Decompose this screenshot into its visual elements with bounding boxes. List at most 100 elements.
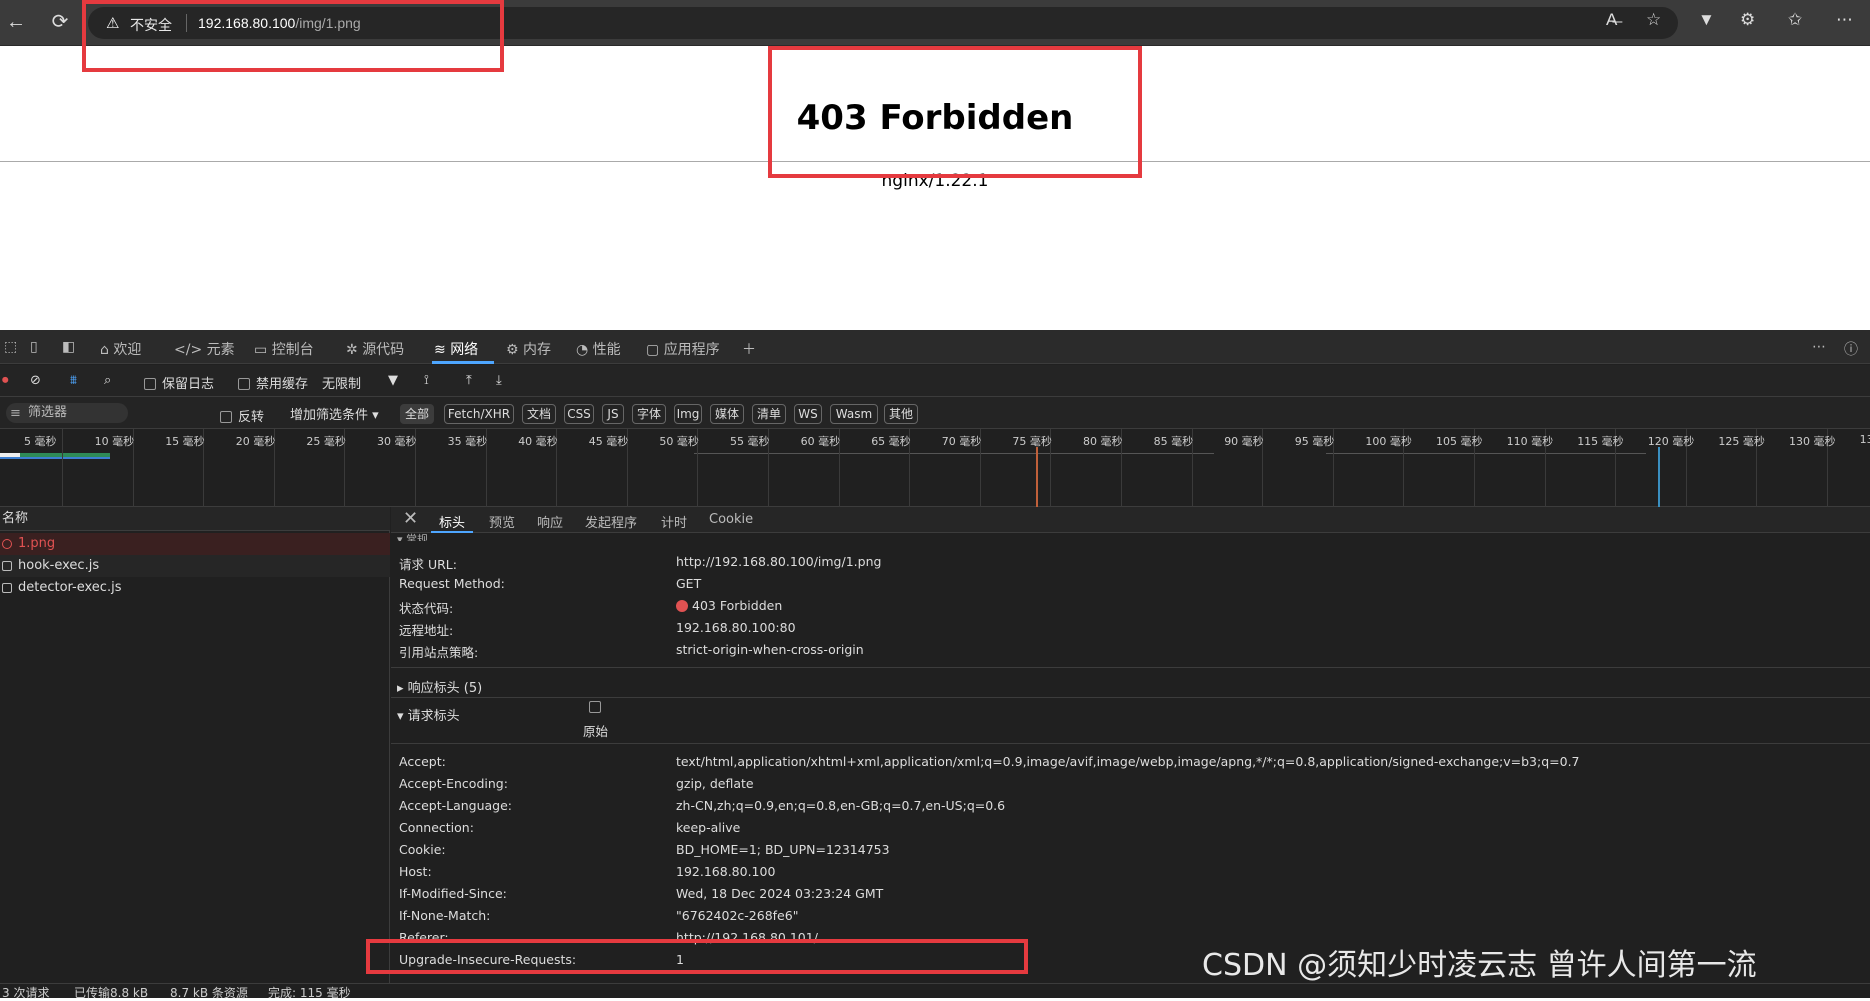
detail-tab-response[interactable]: 响应 [537, 512, 563, 531]
tab-welcome[interactable]: ⌂ 欢迎 [100, 339, 141, 359]
chip-fetch-xhr[interactable]: Fetch/XHR [444, 404, 514, 424]
timeline-tick-label: 20 毫秒 [235, 435, 276, 448]
devtools-more-icon[interactable]: ⋯ [1812, 339, 1826, 355]
preserve-log-box[interactable] [144, 378, 156, 390]
response-headers-label: 响应标头 (5) [407, 681, 483, 696]
preserve-log-checkbox[interactable]: 保留日志 [144, 373, 214, 392]
search-icon[interactable]: ⌕ [104, 373, 111, 388]
general-value: 192.168.80.100:80 [676, 620, 796, 635]
request-header-key: Connection: [399, 820, 474, 835]
download-icon[interactable]: ⤓ [496, 373, 502, 388]
timeline-tick-label: 115 毫秒 [1577, 435, 1624, 448]
help-icon[interactable]: ⓘ [1844, 339, 1858, 359]
devtools-tabbar: ⬚ ▯ ◧ ⌂ 欢迎 </> 元素 ▭ 控制台 ✲ 源代码 ≋ 网络 ⚙ 内存 … [0, 330, 1870, 364]
tab-console[interactable]: ▭ 控制台 [254, 339, 314, 359]
error-icon [2, 539, 12, 549]
insecure-label: 不安全 [130, 18, 172, 34]
detail-tab-initiator[interactable]: 发起程序 [585, 512, 637, 531]
disable-cache-box[interactable] [238, 378, 250, 390]
read-aloud-icon[interactable]: A̶ [1606, 10, 1617, 30]
timeline-overview[interactable]: 5 毫秒 10 毫秒 15 毫秒 20 毫秒 25 毫秒 30 毫秒 35 毫秒 40 毫秒 4… [0, 429, 1870, 507]
status-error-icon [676, 600, 688, 612]
general-value: GET [676, 576, 702, 591]
devtools-panel: ⬚ ▯ ◧ ⌂ 欢迎 </> 元素 ▭ 控制台 ✲ 源代码 ≋ 网络 ⚙ 内存 … [0, 330, 1870, 1000]
chip-manifest[interactable]: 清单 [752, 404, 786, 424]
request-header-value: "6762402c-268fe6" [676, 908, 799, 923]
chip-doc[interactable]: 文档 [522, 404, 556, 424]
timeline-tick-label: 100 毫秒 [1365, 435, 1412, 448]
request-row-detector-exec[interactable]: detector-exec.js [0, 577, 390, 599]
device-icon[interactable]: ▯ [30, 339, 38, 355]
tab-elements-label: 元素 [206, 342, 235, 358]
throttle-select[interactable]: 无限制 [322, 373, 361, 392]
request-row-hook-exec[interactable]: hook-exec.js [0, 555, 390, 577]
clear-icon[interactable]: ⊘ [30, 373, 41, 388]
detail-tab-timing[interactable]: 计时 [661, 512, 687, 531]
section-general[interactable]: ▾ 常规 [397, 531, 428, 541]
timeline-tick-label: 105 毫秒 [1436, 435, 1483, 448]
detail-tab-underline [431, 531, 473, 533]
disable-cache-checkbox[interactable]: 禁用缓存 [238, 373, 308, 392]
detail-tab-preview[interactable]: 预览 [489, 512, 515, 531]
tab-elements[interactable]: </> 元素 [174, 339, 235, 359]
chip-ws[interactable]: WS [794, 404, 822, 424]
browser-toolbar: ← ⟳ ⚠ 不安全 192.168.80.100/img/1.png A̶ ☆ … [0, 0, 1870, 46]
filter-icon[interactable]: ⩩ [70, 373, 77, 388]
section-request-headers[interactable]: ▾ 请求标头 [397, 705, 460, 724]
upload-icon[interactable]: ⤒ [466, 373, 472, 388]
requests-header[interactable]: 名称 [0, 507, 390, 531]
add-tab-icon[interactable]: ＋ [742, 339, 756, 359]
timeline-tick-label: 110 毫秒 [1506, 435, 1554, 448]
throttle-chevron-icon[interactable]: ▼ [388, 373, 398, 388]
back-icon[interactable]: ← [2, 8, 30, 36]
tab-network[interactable]: ≋ 网络 [434, 339, 478, 359]
invert-box[interactable] [220, 411, 232, 423]
tab-sources[interactable]: ✲ 源代码 [346, 339, 404, 359]
timeline-tick-label: 15 毫秒 [165, 435, 205, 448]
section-response-headers[interactable]: ▸ 响应标头 (5) [397, 677, 482, 696]
timeline-tick-label: 130 毫秒 [1789, 435, 1836, 448]
favorites-bar-icon[interactable]: ✩ [1788, 10, 1802, 30]
chip-other[interactable]: 其他 [884, 404, 918, 424]
network-conditions-icon[interactable]: ⟟ [424, 373, 429, 388]
more-icon[interactable]: ⋯ [1836, 10, 1853, 30]
more-filters-dropdown[interactable]: 增加筛选条件 ▾ [290, 404, 379, 423]
request-header-value: http://192.168.80.101/ [676, 930, 818, 945]
tab-console-label: 控制台 [271, 342, 314, 358]
tab-memory[interactable]: ⚙ 内存 [506, 339, 551, 359]
general-key: Request Method: [399, 576, 505, 591]
record-icon[interactable]: ⏺ [2, 373, 9, 388]
chip-js[interactable]: JS [602, 404, 624, 424]
request-name: hook-exec.js [18, 558, 100, 573]
favorite-icon[interactable]: ☆ [1646, 10, 1661, 30]
tab-memory-label: 内存 [523, 342, 552, 358]
general-value: http://192.168.80.100/img/1.png [676, 554, 882, 569]
page-heading: 403 Forbidden [796, 98, 1074, 138]
timeline-tick-label: 55 毫秒 [730, 435, 770, 448]
refresh-icon[interactable]: ⟳ [46, 8, 74, 36]
status-code-value: 403 Forbidden [676, 598, 782, 613]
filter-input[interactable]: 筛选器 [6, 403, 128, 423]
chip-css[interactable]: CSS [564, 404, 594, 424]
address-bar[interactable]: ⚠ 不安全 192.168.80.100/img/1.png [88, 7, 1678, 39]
timeline-tick-label: 10 毫秒 [94, 435, 135, 448]
close-icon[interactable]: ✕ [403, 508, 418, 529]
invert-checkbox[interactable]: 反转 [220, 406, 264, 425]
chip-img[interactable]: Img [674, 404, 702, 424]
chip-all[interactable]: 全部 [400, 404, 434, 424]
request-row-1png[interactable]: 1.png [0, 533, 390, 555]
timeline-tick-label: 120 毫秒 [1647, 435, 1695, 448]
request-header-key: If-None-Match: [399, 908, 491, 923]
chip-font[interactable]: 字体 [632, 404, 666, 424]
inspect-icon[interactable]: ⬚ [4, 339, 17, 355]
chip-wasm[interactable]: Wasm [830, 404, 878, 424]
tab-application[interactable]: ▢ 应用程序 [646, 339, 720, 359]
chip-media[interactable]: 媒体 [710, 404, 744, 424]
extensions-icon[interactable]: ⚙ [1740, 10, 1755, 30]
detail-tab-headers[interactable]: 标头 [439, 512, 465, 531]
detail-tab-cookie[interactable]: Cookie [709, 512, 753, 527]
extension-v-icon[interactable]: ▼ [1698, 10, 1715, 30]
tab-performance[interactable]: ◔ 性能 [576, 339, 621, 359]
dock-icon[interactable]: ◧ [62, 339, 75, 355]
raw-checkbox[interactable] [589, 701, 601, 713]
